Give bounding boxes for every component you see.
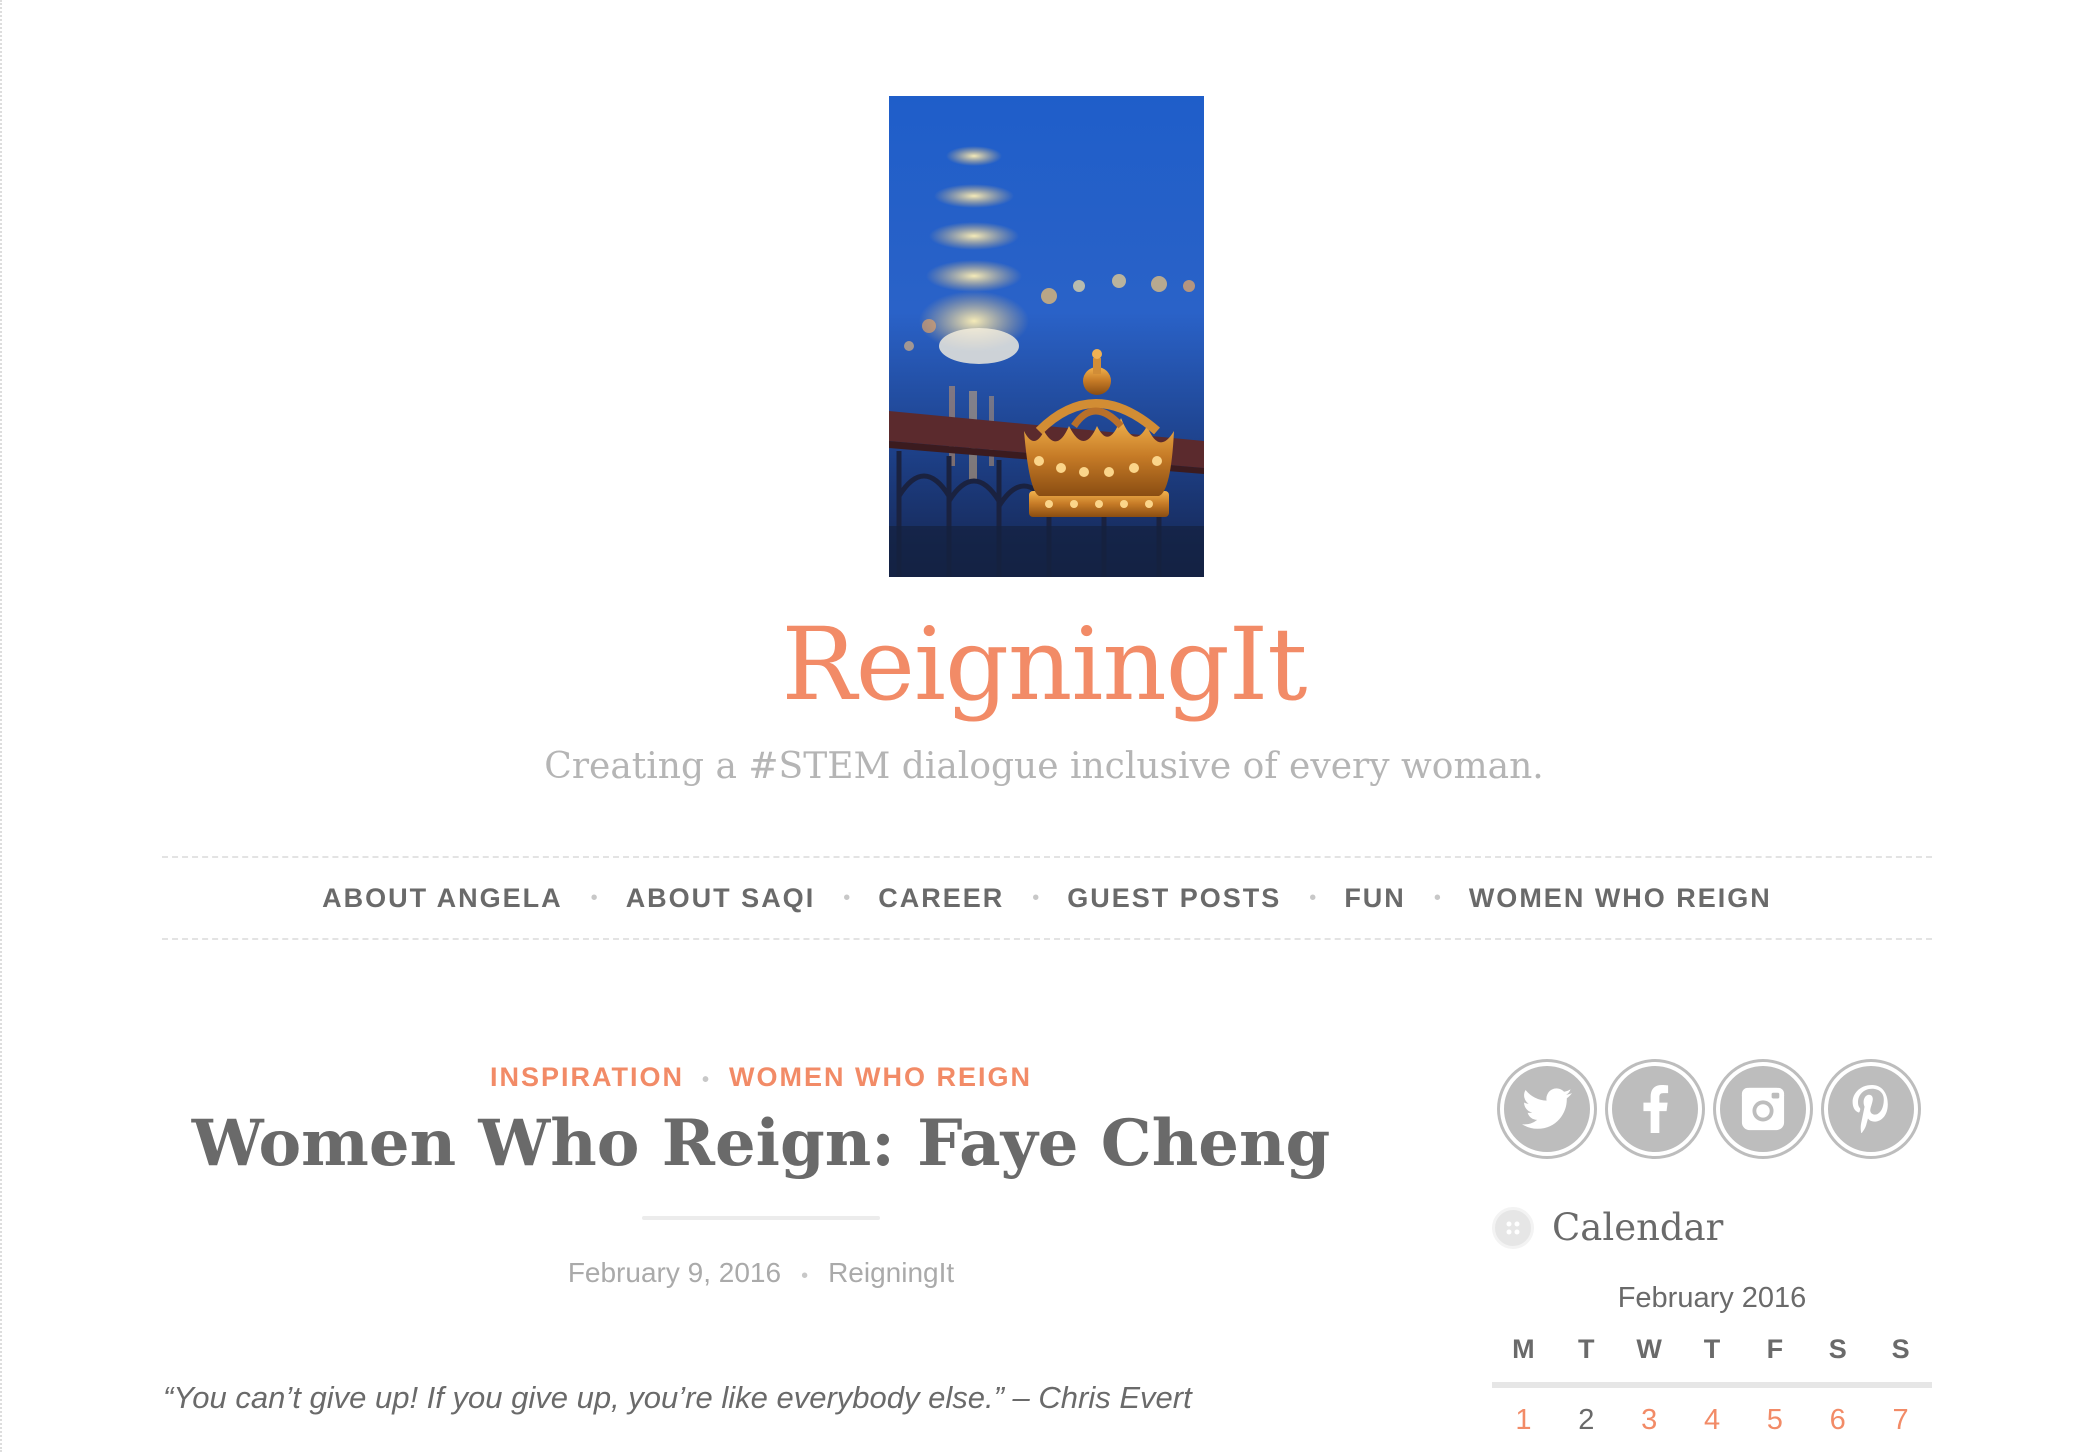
post-title-divider: [642, 1216, 880, 1220]
weekday-label: M: [1512, 1334, 1535, 1364]
main-navigation: ABOUT ANGELA • ABOUT SAQI • CAREER • GUE…: [162, 856, 1932, 940]
weekday-label: W: [1636, 1334, 1662, 1364]
nav-item-career[interactable]: CAREER: [878, 883, 1004, 914]
calendar-widget-title: Calendar: [1492, 1206, 1723, 1249]
nav-separator: •: [1309, 886, 1317, 909]
post-categories: INSPIRATION • WOMEN WHO REIGN: [162, 1062, 1360, 1093]
calendar-widget-icon: [1492, 1206, 1534, 1249]
nav-separator: •: [590, 886, 598, 909]
weekday-label: S: [1828, 1334, 1847, 1364]
post-meta: February 9, 2016 • ReigningIt: [162, 1257, 1360, 1289]
nav-item-women-who-reign[interactable]: WOMEN WHO REIGN: [1469, 883, 1772, 914]
nav-item-fun[interactable]: FUN: [1344, 883, 1406, 914]
calendar-day-link[interactable]: 3: [1618, 1404, 1681, 1437]
header-image[interactable]: [889, 96, 1204, 577]
category-link-inspiration[interactable]: INSPIRATION: [490, 1062, 684, 1092]
calendar-weekday-header: M T W T F S S: [1492, 1334, 1932, 1365]
site-title[interactable]: ReigningIt: [0, 606, 2088, 723]
social-links: [1500, 1062, 1918, 1156]
nav-separator: •: [843, 886, 851, 909]
calendar-day-link[interactable]: 1: [1492, 1404, 1555, 1437]
post-title[interactable]: Women Who Reign: Faye Cheng: [162, 1106, 1360, 1181]
weekday-label: T: [1703, 1334, 1721, 1364]
twitter-icon: [1522, 1088, 1572, 1129]
nav-separator: •: [1032, 886, 1040, 909]
weekday-label: F: [1766, 1334, 1784, 1364]
facebook-icon: [1643, 1085, 1669, 1133]
category-separator: •: [702, 1069, 712, 1091]
site-description: Creating a #STEM dialogue inclusive of e…: [544, 746, 1544, 787]
calendar-day-link[interactable]: 6: [1806, 1404, 1869, 1437]
weekday-label: S: [1891, 1334, 1910, 1364]
pinterest-button[interactable]: [1824, 1062, 1918, 1156]
category-link-women-who-reign[interactable]: WOMEN WHO REIGN: [729, 1062, 1032, 1092]
instagram-icon: [1741, 1087, 1785, 1131]
nav-separator: •: [1433, 886, 1441, 909]
calendar-header-rule: [1492, 1382, 1932, 1388]
nav-item-guest-posts[interactable]: GUEST POSTS: [1067, 883, 1281, 914]
calendar-caption: February 2016: [1617, 1282, 1807, 1314]
post-date[interactable]: February 9, 2016: [568, 1257, 781, 1288]
meta-separator: •: [801, 1265, 809, 1287]
instagram-button[interactable]: [1716, 1062, 1810, 1156]
nav-item-about-angela[interactable]: ABOUT ANGELA: [322, 883, 563, 914]
calendar-day: 2: [1578, 1404, 1595, 1436]
post-quote: “You can’t give up! If you give up, you’…: [163, 1380, 1192, 1415]
calendar-title: Calendar: [1552, 1206, 1724, 1249]
facebook-button[interactable]: [1608, 1062, 1702, 1156]
calendar-week-row: 1 2 3 4 5 6 7: [1492, 1404, 1932, 1437]
pinterest-icon: [1852, 1085, 1888, 1134]
page-left-border: [0, 0, 3, 1452]
calendar-day-link[interactable]: 7: [1869, 1404, 1932, 1437]
calendar-day-link[interactable]: 4: [1681, 1404, 1744, 1437]
twitter-button[interactable]: [1500, 1062, 1594, 1156]
weekday-label: T: [1578, 1334, 1595, 1364]
header-photo: [889, 96, 1204, 577]
calendar-day-link[interactable]: 5: [1743, 1404, 1806, 1437]
post-author[interactable]: ReigningIt: [828, 1257, 954, 1288]
nav-item-about-saqi[interactable]: ABOUT SAQI: [626, 883, 816, 914]
